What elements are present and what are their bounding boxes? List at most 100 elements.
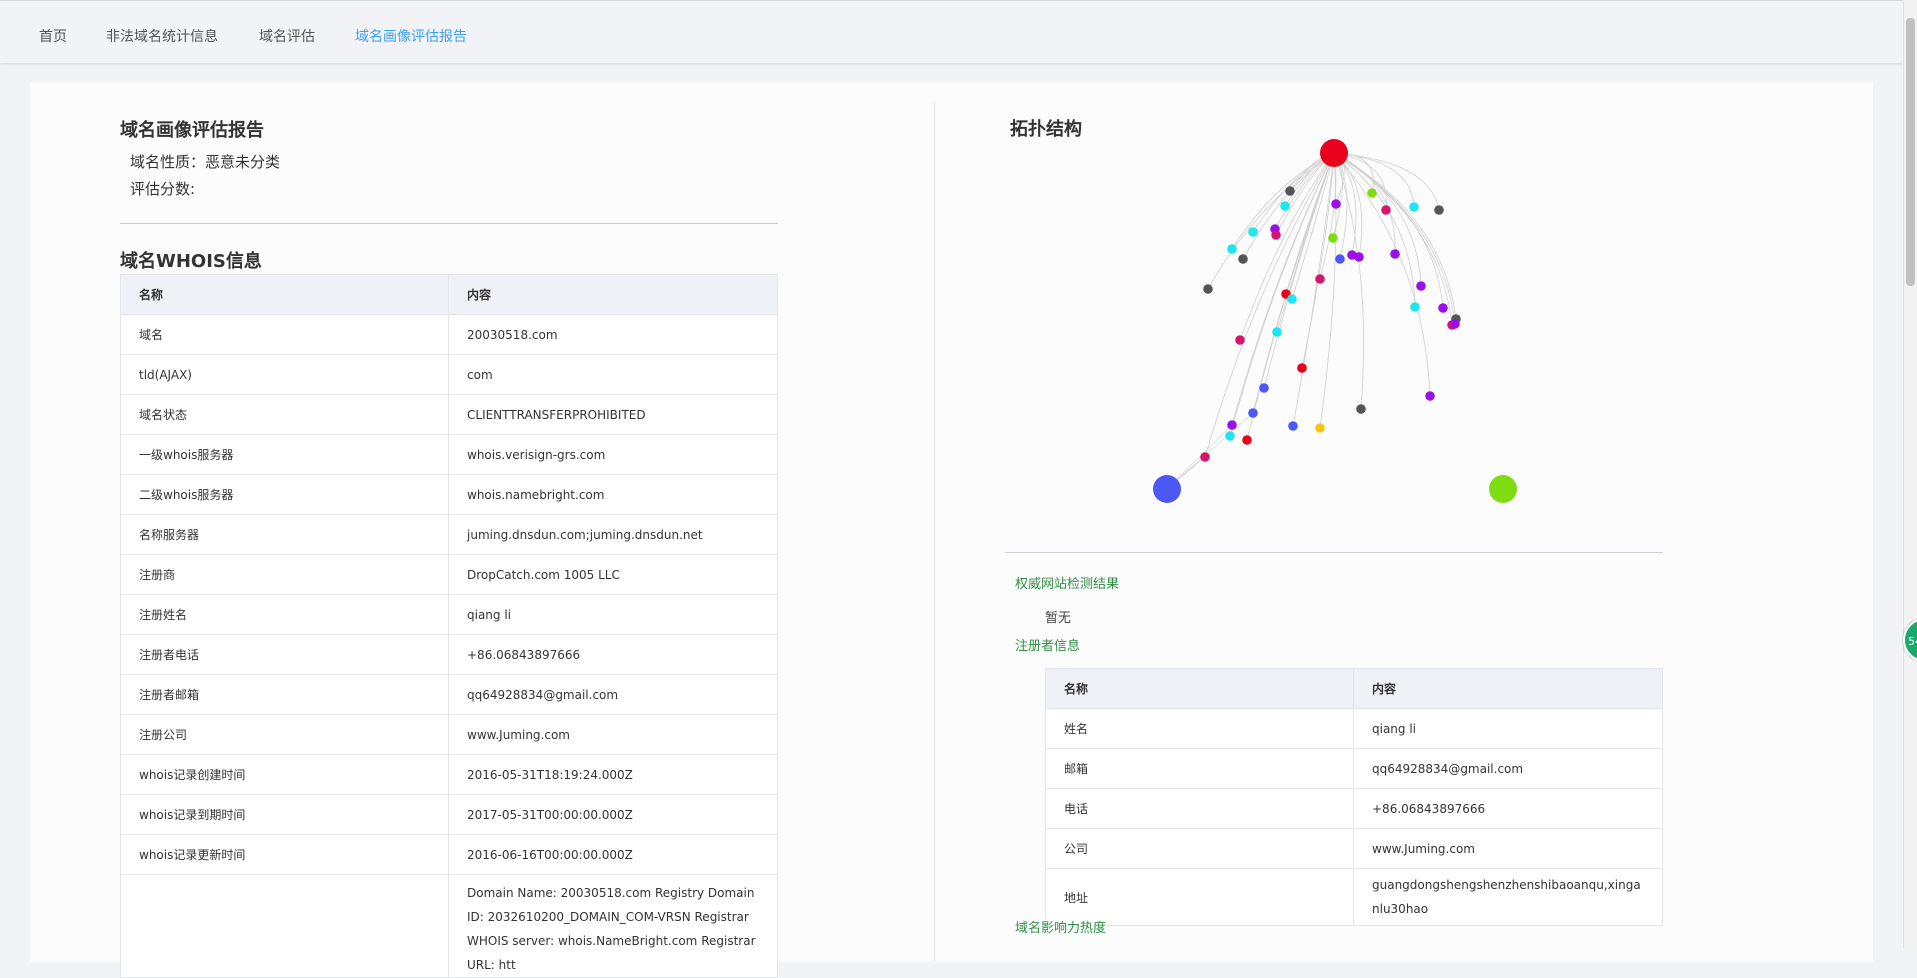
nav-item-profile-report[interactable]: 域名画像评估报告 — [355, 26, 467, 46]
topology-node[interactable] — [1354, 252, 1364, 262]
topology-node[interactable] — [1438, 303, 1448, 313]
topology-node[interactable] — [1227, 244, 1237, 254]
topology-node[interactable] — [1390, 249, 1400, 259]
table-row: 注册商 DropCatch.com 1005 LLC — [120, 554, 778, 595]
whois-field-value: 2016-06-16T00:00:00.000Z — [448, 834, 778, 875]
whois-field-name: tld(AJAX) — [120, 354, 449, 395]
topology-node[interactable] — [1367, 188, 1377, 198]
table-row: whois记录创建时间 2016-05-31T18:19:24.000Z — [120, 754, 778, 795]
topology-edge — [1319, 152, 1337, 429]
authority-value: 暂无 — [1045, 611, 1072, 626]
topology-node[interactable] — [1410, 302, 1420, 312]
whois-field-name: 注册者电话 — [120, 634, 449, 675]
topology-node[interactable] — [1287, 294, 1297, 304]
domain-nature-row: 域名性质：恶意未分类 — [130, 151, 280, 172]
registrant-field-value: qiang li — [1353, 708, 1663, 749]
whois-field-value: qq64928834@gmail.com — [448, 674, 778, 715]
whois-field-value: CLIENTTRANSFERPROHIBITED — [448, 394, 778, 435]
topology-node[interactable] — [1271, 230, 1281, 240]
whois-field-name — [120, 874, 449, 978]
topology-hub-node[interactable] — [1153, 475, 1181, 503]
topology-node[interactable] — [1450, 319, 1460, 329]
table-row: whois记录更新时间 2016-06-16T00:00:00.000Z — [120, 834, 778, 875]
whois-field-name: 注册者邮箱 — [120, 674, 449, 715]
topology-node[interactable] — [1434, 205, 1444, 215]
topology-node[interactable] — [1297, 363, 1307, 373]
table-row: 域名 20030518.com — [120, 314, 778, 355]
topology-node[interactable] — [1409, 202, 1419, 212]
table-row: 地址 guangdongshengshenzhenshibaoanqu,xinga… — [1045, 868, 1663, 926]
topology-node[interactable] — [1248, 227, 1258, 237]
nav-item-domain-evaluation[interactable]: 域名评估 — [259, 26, 315, 46]
table-row: 域名状态 CLIENTTRANSFERPROHIBITED — [120, 394, 778, 435]
topology-node[interactable] — [1200, 452, 1210, 462]
whois-field-value: 20030518.com — [448, 314, 778, 355]
topology-node[interactable] — [1331, 199, 1341, 209]
whois-title: 域名WHOIS信息 — [120, 251, 262, 272]
registrant-title: 注册者信息 — [1015, 639, 1081, 654]
topology-node[interactable] — [1335, 254, 1345, 264]
whois-field-name: 域名 — [120, 314, 449, 355]
whois-field-name: whois记录到期时间 — [120, 794, 449, 835]
topology-node[interactable] — [1315, 423, 1325, 433]
topology-node[interactable] — [1425, 391, 1435, 401]
topology-node[interactable] — [1235, 335, 1245, 345]
topology-node[interactable] — [1381, 205, 1391, 215]
domain-nature-value: 恶意未分类 — [205, 153, 281, 171]
whois-field-name: 注册公司 — [120, 714, 449, 755]
topology-edge — [1276, 152, 1335, 333]
table-row: 公司 www.Juming.com — [1045, 828, 1663, 869]
topology-node[interactable] — [1285, 186, 1295, 196]
scrollbar-thumb[interactable] — [1906, 18, 1915, 286]
registrant-header-name: 名称 — [1045, 668, 1354, 709]
top-navigation: 首页 非法域名统计信息 域名评估 域名画像评估报告 — [0, 0, 1903, 63]
topology-node[interactable] — [1203, 284, 1213, 294]
whois-field-name: 注册姓名 — [120, 594, 449, 635]
topology-edge — [1239, 152, 1335, 341]
column-divider — [934, 102, 935, 962]
topology-node[interactable] — [1272, 327, 1282, 337]
topology-edge — [1292, 152, 1335, 427]
topology-node[interactable] — [1328, 233, 1338, 243]
table-row: whois记录到期时间 2017-05-31T00:00:00.000Z — [120, 794, 778, 835]
topology-node[interactable] — [1242, 435, 1252, 445]
influence-title: 域名影响力热度 — [1015, 921, 1107, 936]
whois-field-value: com — [448, 354, 778, 395]
whois-field-value: juming.dnsdun.com;juming.dnsdun.net — [448, 514, 778, 555]
whois-field-name: 二级whois服务器 — [120, 474, 449, 515]
topology-edge — [1333, 152, 1422, 287]
topology-node[interactable] — [1416, 281, 1426, 291]
topology-node[interactable] — [1225, 431, 1235, 441]
whois-field-name: whois记录创建时间 — [120, 754, 449, 795]
registrant-field-value: qq64928834@gmail.com — [1353, 748, 1663, 789]
whois-field-name: 域名状态 — [120, 394, 449, 435]
topology-node[interactable] — [1238, 254, 1248, 264]
topology-node[interactable] — [1288, 421, 1298, 431]
topology-node[interactable] — [1227, 420, 1237, 430]
topology-node[interactable] — [1259, 383, 1269, 393]
table-row: 姓名 qiang li — [1045, 708, 1663, 749]
registrant-field-name: 公司 — [1045, 828, 1354, 869]
table-row: 名称服务器 juming.dnsdun.com;juming.dnsdun.net — [120, 514, 778, 555]
score-label: 评估分数: — [130, 180, 196, 198]
whois-field-value: DropCatch.com 1005 LLC — [448, 554, 778, 595]
whois-field-name: 注册商 — [120, 554, 449, 595]
topology-node[interactable] — [1280, 201, 1290, 211]
registrant-field-value: +86.06843897666 — [1353, 788, 1663, 829]
nav-item-illegal-stats[interactable]: 非法域名统计信息 — [106, 26, 218, 46]
whois-field-value: whois.namebright.com — [448, 474, 778, 515]
topology-node[interactable] — [1315, 274, 1325, 284]
topology-node[interactable] — [1248, 408, 1258, 418]
nav-item-home[interactable]: 首页 — [39, 26, 67, 46]
registrant-field-name: 姓名 — [1045, 708, 1354, 749]
registrant-field-name: 邮箱 — [1045, 748, 1354, 789]
whois-field-name: 一级whois服务器 — [120, 434, 449, 475]
topology-root-node[interactable] — [1320, 139, 1348, 167]
topology-node[interactable] — [1356, 404, 1366, 414]
whois-field-value: qiang li — [448, 594, 778, 635]
whois-field-value: www.Juming.com — [448, 714, 778, 755]
topology-hub-node[interactable] — [1489, 475, 1517, 503]
whois-field-name: 名称服务器 — [120, 514, 449, 555]
topology-graph[interactable] — [1130, 130, 1530, 520]
table-row: Domain Name: 20030518.com Registry Domai… — [120, 874, 778, 978]
